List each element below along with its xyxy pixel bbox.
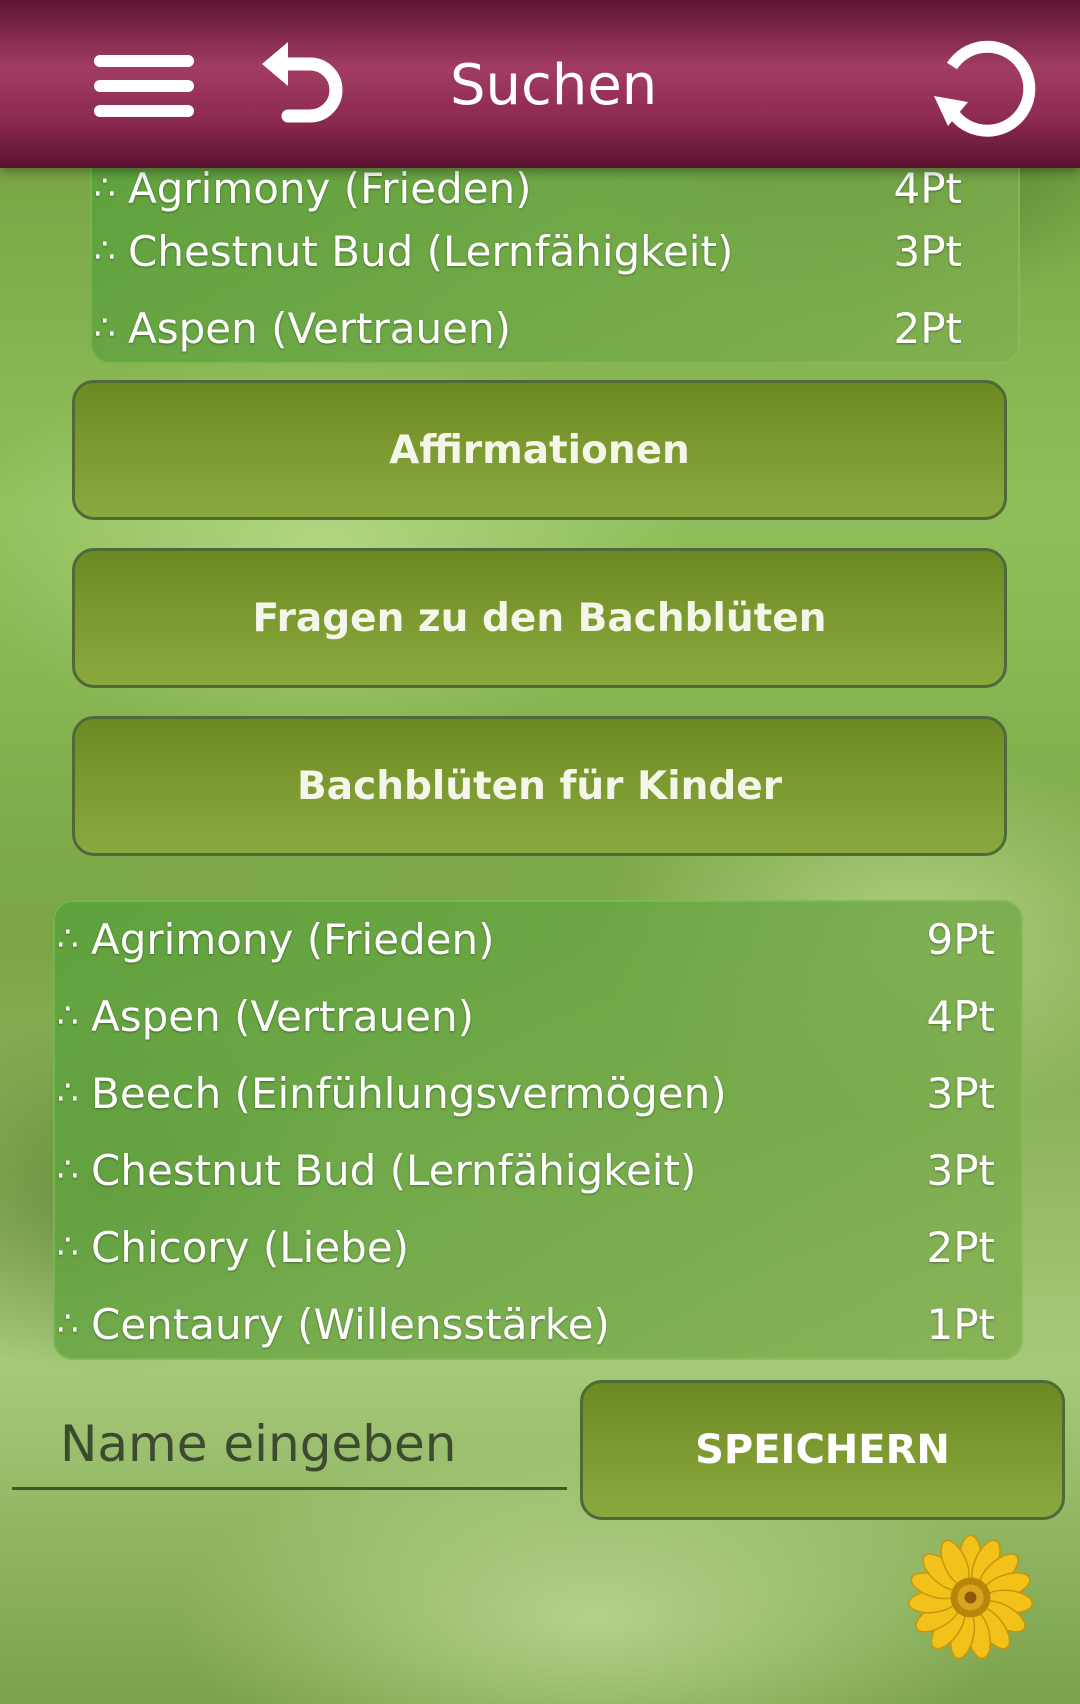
- list-item[interactable]: ∴ Centaury (Willensstärke) 1Pt: [53, 1286, 1023, 1363]
- result-list: ∴ Agrimony (Frieden) 9Pt ∴ Aspen (Vertra…: [53, 900, 1023, 1360]
- points-value: 2Pt: [926, 1223, 995, 1272]
- bullet-icon: ∴: [57, 1227, 79, 1267]
- save-button[interactable]: SPEICHERN: [580, 1380, 1065, 1520]
- points-value: 4Pt: [926, 992, 995, 1041]
- points-value: 3Pt: [926, 1069, 995, 1118]
- list-item[interactable]: ∴ Aspen (Vertrauen) 4Pt: [53, 978, 1023, 1055]
- sunflower-icon: [908, 1535, 1033, 1660]
- points-value: 9Pt: [926, 915, 995, 964]
- name-input[interactable]: [12, 1400, 567, 1490]
- list-item[interactable]: ∴ Chestnut Bud (Lernfähigkeit) 3Pt: [90, 213, 1020, 290]
- remedy-label: Agrimony (Frieden): [91, 915, 495, 964]
- fragen-button[interactable]: Fragen zu den Bachblüten: [72, 548, 1007, 688]
- remedy-label: Chestnut Bud (Lernfähigkeit): [91, 1146, 697, 1195]
- remedy-label: Beech (Einfühlungsvermögen): [91, 1069, 727, 1118]
- bullet-icon: ∴: [57, 1304, 79, 1344]
- remedy-label: Chicory (Liebe): [91, 1223, 410, 1272]
- affirmationen-button[interactable]: Affirmationen: [72, 380, 1007, 520]
- kinder-button[interactable]: Bachblüten für Kinder: [72, 716, 1007, 856]
- bullet-icon: ∴: [94, 231, 116, 271]
- top-result-list: ∴ Agrimony (Frieden) 4Pt ∴ Chestnut Bud …: [90, 150, 1020, 364]
- remedy-label: Aspen (Vertrauen): [91, 992, 474, 1041]
- list-item[interactable]: ∴ Chestnut Bud (Lernfähigkeit) 3Pt: [53, 1132, 1023, 1209]
- bullet-icon: ∴: [57, 919, 79, 959]
- points-value: 3Pt: [893, 227, 962, 276]
- page-title: Suchen: [450, 53, 658, 118]
- undo-arrow-icon[interactable]: [258, 40, 350, 130]
- list-item[interactable]: ∴ Agrimony (Frieden) 9Pt: [53, 901, 1023, 978]
- list-item[interactable]: ∴ Chicory (Liebe) 2Pt: [53, 1209, 1023, 1286]
- points-value: 2Pt: [893, 304, 962, 353]
- bullet-icon: ∴: [57, 1150, 79, 1190]
- remedy-label: Centaury (Willensstärke): [91, 1300, 610, 1349]
- list-item[interactable]: ∴ Beech (Einfühlungsvermögen) 3Pt: [53, 1055, 1023, 1132]
- list-item[interactable]: ∴ Aspen (Vertrauen) 2Pt: [90, 290, 1020, 367]
- bullet-icon: ∴: [57, 1073, 79, 1113]
- points-value: 1Pt: [926, 1300, 995, 1349]
- remedy-label: Aspen (Vertrauen): [128, 304, 511, 353]
- bullet-icon: ∴: [57, 996, 79, 1036]
- points-value: 3Pt: [926, 1146, 995, 1195]
- app-header: Suchen: [0, 0, 1080, 168]
- remedy-label: Chestnut Bud (Lernfähigkeit): [128, 227, 734, 276]
- hamburger-menu-icon[interactable]: [94, 55, 194, 117]
- bullet-icon: ∴: [94, 308, 116, 348]
- refresh-icon[interactable]: [928, 30, 1036, 138]
